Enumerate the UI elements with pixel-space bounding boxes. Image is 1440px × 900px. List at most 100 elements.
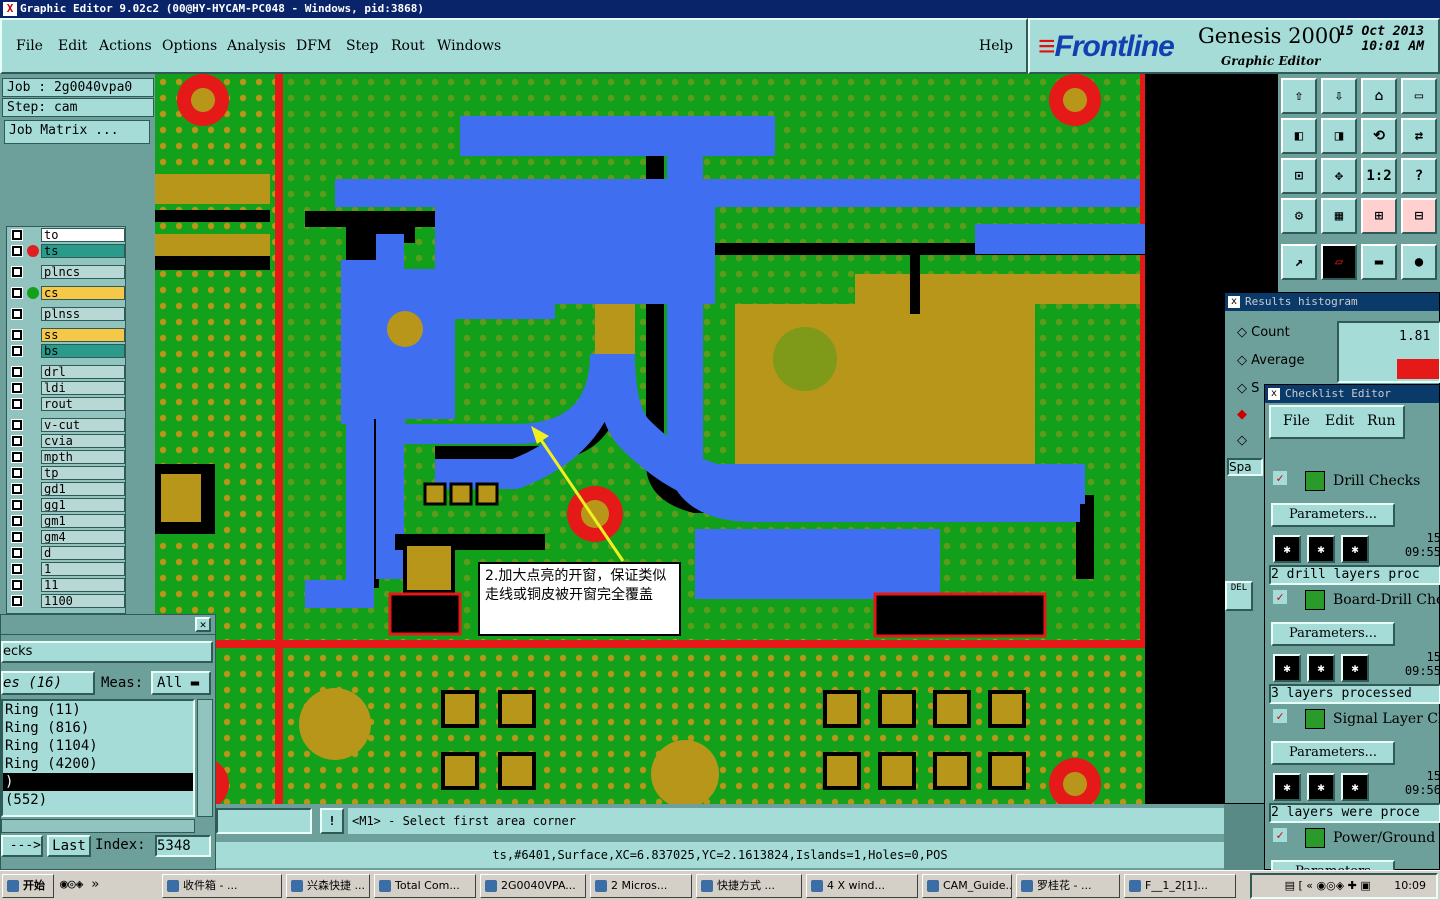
layer-checkbox[interactable] <box>11 451 23 463</box>
layer-name[interactable]: gm4 <box>41 530 125 544</box>
layer-checkbox[interactable] <box>11 345 23 357</box>
layer-checkbox[interactable] <box>11 467 23 479</box>
layer-checkbox[interactable] <box>11 266 23 278</box>
layer-name[interactable]: drl <box>41 365 125 379</box>
layer-row-drl[interactable]: drl <box>9 365 125 379</box>
checks-list[interactable]: Ring (11) Ring (816) Ring (1104) Ring (4… <box>1 699 195 817</box>
spacing-field[interactable]: Spa <box>1227 458 1263 476</box>
menu-options[interactable]: Options <box>162 38 217 54</box>
m-option[interactable]: ◆ <box>1237 407 1247 422</box>
close-icon[interactable]: x <box>1228 296 1240 308</box>
window-icon[interactable]: ▭ <box>1401 78 1437 114</box>
layer-checkbox[interactable] <box>11 308 23 320</box>
layer-row-mpth[interactable]: mpth <box>9 450 125 464</box>
close-icon[interactable]: x <box>1268 388 1280 400</box>
menu-edit[interactable]: Edit <box>58 38 87 54</box>
layer-down-icon[interactable]: ⇩ <box>1321 78 1357 114</box>
taskbar-button[interactable]: 4 X wind... <box>806 874 918 898</box>
layer-row-rout[interactable]: rout <box>9 397 125 411</box>
run-icon[interactable]: ✱ <box>1273 654 1301 682</box>
layer-name[interactable]: gd1 <box>41 482 125 496</box>
m2-option[interactable]: ◇ <box>1237 433 1247 448</box>
close-icon[interactable]: ✕ <box>195 617 211 632</box>
layer-checkbox[interactable] <box>11 366 23 378</box>
record-icon[interactable]: ● <box>1401 244 1437 280</box>
layer-name[interactable]: mpth <box>41 450 125 464</box>
layer-name[interactable]: gg1 <box>41 498 125 512</box>
layer-name[interactable]: plncs <box>41 265 125 279</box>
check-enabled-checkbox[interactable]: ✓ <box>1273 590 1287 604</box>
layer-name[interactable]: d <box>41 546 125 560</box>
layer-checkbox[interactable] <box>11 515 23 527</box>
help-icon[interactable]: ? <box>1401 158 1437 194</box>
checklist-menu-edit[interactable]: Edit <box>1325 407 1354 435</box>
layer-name[interactable]: bs <box>41 344 125 358</box>
layer-name[interactable]: tp <box>41 466 125 480</box>
taskbar-button[interactable]: CAM_Guide... <box>922 874 1012 898</box>
menu-rout[interactable]: Rout <box>391 38 425 54</box>
layer-row-cvia[interactable]: cvia <box>9 434 125 448</box>
count-option[interactable]: ◇ Count <box>1237 325 1290 340</box>
layer-checkbox[interactable] <box>11 245 23 257</box>
check-enabled-checkbox[interactable]: ✓ <box>1273 828 1287 842</box>
taskbar-button[interactable]: 快捷方式 ... <box>696 874 802 898</box>
warning-icon[interactable]: ! <box>320 808 344 834</box>
layer-checkbox[interactable] <box>11 483 23 495</box>
pan-icon[interactable]: ✥ <box>1321 158 1357 194</box>
layer-checkbox[interactable] <box>11 382 23 394</box>
menu-dfm[interactable]: DFM <box>296 38 331 54</box>
select-area-icon[interactable]: ▱ <box>1321 244 1357 280</box>
snap-icon[interactable]: ⊞ <box>1361 198 1397 234</box>
layer-row-gd1[interactable]: gd1 <box>9 482 125 496</box>
list-item[interactable]: Ring (4200) <box>3 755 193 773</box>
layer-checkbox[interactable] <box>11 595 23 607</box>
layer-checkbox[interactable] <box>11 547 23 559</box>
delete-button[interactable]: DEL <box>1225 581 1253 611</box>
zoom-fit-icon[interactable]: ⊡ <box>1281 158 1317 194</box>
layer-row-cs[interactable]: cs <box>9 286 125 300</box>
list-item[interactable]: Ring (816) <box>3 719 193 737</box>
next-button[interactable]: ---> <box>1 835 43 857</box>
layer-row-ldi[interactable]: ldi <box>9 381 125 395</box>
layer-row-d[interactable]: d <box>9 546 125 560</box>
taskbar-button[interactable]: F__1_2[1]... <box>1124 874 1236 898</box>
check-row[interactable]: ✓ Board-Drill Chec <box>1271 588 1440 616</box>
menu-help[interactable]: Help <box>979 38 1013 54</box>
check-row[interactable]: ✓ Drill Checks <box>1271 469 1440 497</box>
pcb-canvas[interactable] <box>155 74 1145 804</box>
layer-checkbox[interactable] <box>11 329 23 341</box>
layer-checkbox[interactable] <box>11 398 23 410</box>
layer-row-tp[interactable]: tp <box>9 466 125 480</box>
layer-row-plnss[interactable]: plnss <box>9 307 125 321</box>
tray-icons[interactable]: ▤ [ « ◉◎◈ ✚ ▣ <box>1285 879 1371 892</box>
run-icon[interactable]: ✱ <box>1273 773 1301 801</box>
average-option[interactable]: ◇ Average <box>1237 353 1305 368</box>
horizontal-scrollbar[interactable] <box>1 819 195 833</box>
layer-name[interactable]: plnss <box>41 307 125 321</box>
command-input[interactable] <box>216 808 312 834</box>
grid-icon[interactable]: ▦ <box>1321 198 1357 234</box>
last-button[interactable]: Last <box>47 835 91 857</box>
layer-name[interactable]: ldi <box>41 381 125 395</box>
results-icon[interactable]: ✱ <box>1341 535 1369 563</box>
layer-row-plncs[interactable]: plncs <box>9 265 125 279</box>
layer-checkbox[interactable] <box>11 229 23 241</box>
layer-name[interactable]: ts <box>41 244 125 258</box>
parameters-button[interactable]: Parameters... <box>1271 622 1395 646</box>
layer-checkbox[interactable] <box>11 499 23 511</box>
move-right-icon[interactable]: ◨ <box>1321 118 1357 154</box>
layer-row-gm4[interactable]: gm4 <box>9 530 125 544</box>
checklist-menu-file[interactable]: File <box>1283 407 1310 435</box>
menu-step[interactable]: Step <box>346 38 378 54</box>
quick-launch-icons[interactable]: ◉◎◈ » <box>60 877 99 892</box>
layer-row-11[interactable]: 11 <box>9 578 125 592</box>
layer-name[interactable]: cs <box>41 286 125 300</box>
parameters-button[interactable]: Parameters... <box>1271 503 1395 527</box>
layer-checkbox[interactable] <box>11 287 23 299</box>
taskbar-button[interactable]: 2 Micros... <box>590 874 692 898</box>
layer-row-bs[interactable]: bs <box>9 344 125 358</box>
list-item[interactable]: Ring (11) <box>3 701 193 719</box>
check-enabled-checkbox[interactable]: ✓ <box>1273 471 1287 485</box>
layer-name[interactable]: to <box>41 228 125 242</box>
layer-name[interactable]: 1100 <box>41 594 125 608</box>
